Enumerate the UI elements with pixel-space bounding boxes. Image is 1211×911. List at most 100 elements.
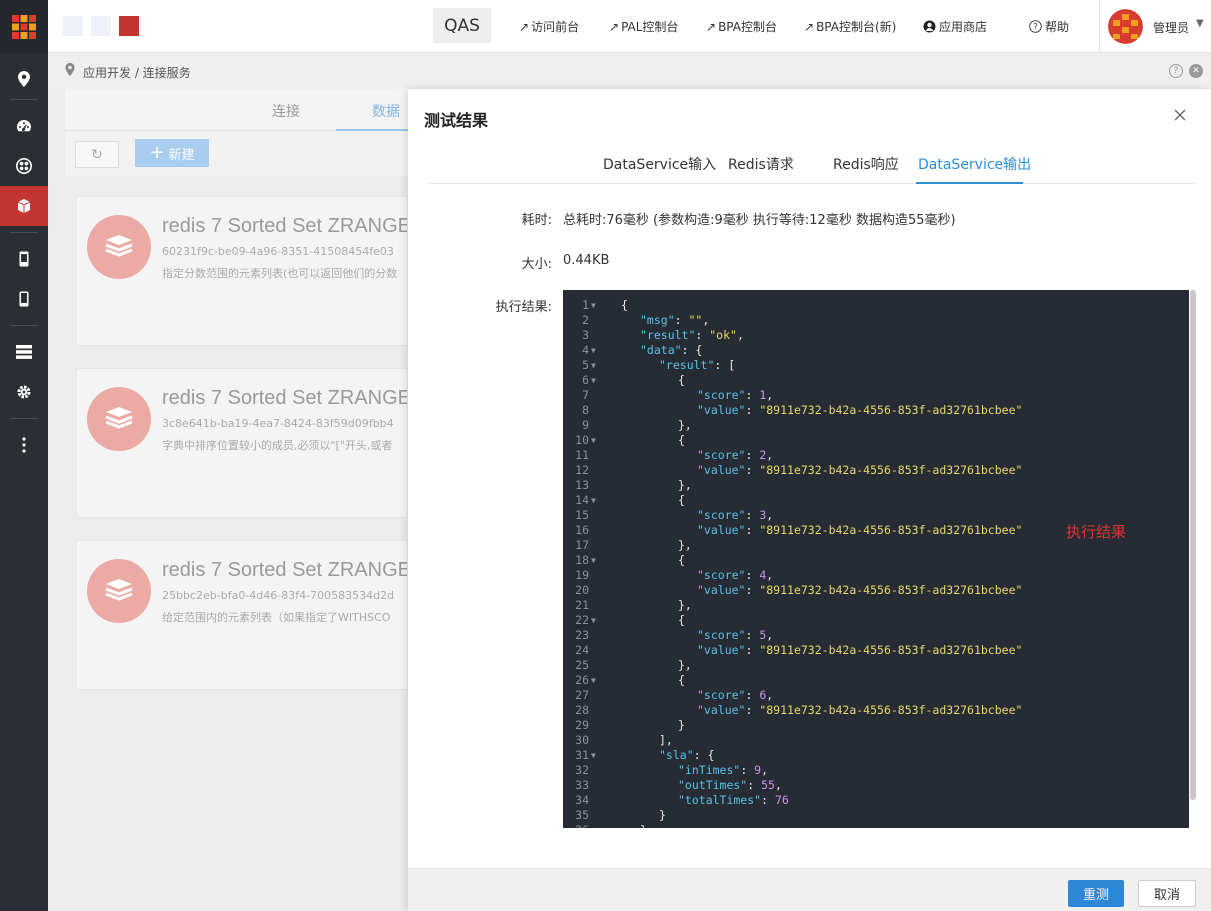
code-token: : { (693, 748, 715, 762)
service-card[interactable]: redis 7 Sorted Set ZRANGE 60231f9c-be09-… (76, 196, 408, 346)
link-app-store[interactable]: 应用商店 (923, 18, 987, 35)
service-id: 25bbc2eb-bfa0-4d46-83f4-700583534d2d (162, 589, 395, 602)
code-token: }, (678, 538, 692, 552)
code-text: "score": 3, (697, 508, 773, 523)
code-token: { (678, 613, 685, 627)
code-token: , (761, 763, 769, 777)
plus-icon: + (149, 142, 165, 163)
code-token: { (621, 298, 628, 312)
fold-arrow-icon[interactable]: ▼ (591, 358, 596, 373)
app-grid-logo-icon[interactable] (0, 0, 48, 53)
close-circle-icon[interactable]: ✕ (1189, 64, 1203, 78)
link-bpa-console-new[interactable]: ↗ BPA控制台(新) (804, 18, 896, 35)
tab-redis-response[interactable]: Redis响应 (833, 154, 899, 174)
chevron-down-icon[interactable]: ▼ (1196, 18, 1204, 29)
line-number: 24 (575, 643, 589, 657)
tab-redis-request[interactable]: Redis请求 (728, 154, 794, 174)
fold-arrow-icon[interactable]: ▼ (591, 553, 596, 568)
new-button[interactable]: + 新建 (135, 139, 209, 167)
refresh-button[interactable]: ↻ (75, 141, 119, 168)
retest-button[interactable]: 重测 (1068, 880, 1124, 907)
code-token: : { (681, 343, 703, 357)
external-link-icon: ↗ (804, 20, 815, 34)
cancel-button[interactable]: 取消 (1138, 880, 1196, 907)
code-text: "score": 5, (697, 628, 773, 643)
editor-scrollbar[interactable] (1189, 290, 1197, 828)
code-line: 8 "value": "8911e732-b42a-4556-853f-ad327… (563, 403, 1183, 418)
code-text: "totalTimes": 76 (678, 793, 789, 808)
tab-dataservice-input[interactable]: DataService输入 (603, 154, 716, 174)
toolbar-square-3[interactable] (119, 16, 139, 36)
editor-scroll-thumb[interactable] (1190, 290, 1196, 800)
code-line: 11 "score": 2, (563, 448, 1183, 463)
help-circle-icon[interactable]: ? (1169, 64, 1183, 78)
dashboard-gauge-icon[interactable] (0, 106, 48, 146)
fold-arrow-icon[interactable]: ▼ (591, 748, 596, 763)
environment-label[interactable]: QAS (433, 8, 491, 43)
result-label: 执行结果: (495, 300, 552, 315)
tab-data[interactable]: 数据 (372, 101, 400, 121)
location-icon[interactable] (0, 59, 48, 99)
more-vertical-icon[interactable] (0, 425, 48, 465)
code-token: "value" (697, 403, 746, 417)
fold-arrow-icon[interactable]: ▼ (591, 343, 596, 358)
dialog-footer: 重测 取消 (408, 868, 1211, 911)
fold-arrow-icon[interactable]: ▼ (591, 433, 596, 448)
line-number: 3 (582, 328, 589, 342)
fold-arrow-icon[interactable]: ▼ (591, 493, 596, 508)
close-icon[interactable] (1174, 105, 1186, 126)
line-number: 33 (575, 778, 589, 792)
user-avatar[interactable] (1108, 9, 1143, 44)
line-number: 2 (582, 313, 589, 327)
fold-arrow-icon[interactable]: ▼ (591, 673, 596, 688)
tab-dataservice-output[interactable]: DataService输出 (918, 154, 1031, 174)
settings-gear-icon[interactable] (0, 372, 48, 412)
service-card[interactable]: redis 7 Sorted Set ZRANGE 25bbc2eb-bfa0-… (76, 540, 408, 690)
dialog-title: 测试结果 (424, 111, 489, 130)
redis-stack-icon (87, 215, 151, 279)
cube-service-icon[interactable] (0, 186, 48, 226)
user-name[interactable]: 管理员 (1153, 19, 1189, 36)
code-text: "value": "8911e732-b42a-4556-853f-ad3276… (697, 523, 1022, 538)
tab-connection[interactable]: 连接 (272, 101, 300, 121)
code-token: , (702, 313, 710, 327)
phone-icon[interactable] (0, 279, 48, 319)
code-text: "result": [ (659, 358, 735, 373)
line-number: 13 (575, 478, 589, 492)
toolbar-square-2[interactable] (91, 16, 111, 36)
code-text: }, (678, 418, 692, 433)
code-text: "value": "8911e732-b42a-4556-853f-ad3276… (697, 463, 1022, 478)
toolbar-square-1[interactable] (63, 16, 83, 36)
size-label: 大小: (521, 257, 552, 272)
code-token: , (774, 778, 782, 792)
code-token: "value" (697, 703, 746, 717)
code-line: 2 "msg": "", (563, 313, 1183, 328)
code-line: 18 ▼ { (563, 553, 1183, 568)
code-token: "" (688, 313, 703, 327)
code-token: { (678, 553, 685, 567)
service-card[interactable]: redis 7 Sorted Set ZRANGE 3c8e641b-ba19-… (76, 368, 408, 518)
list-stack-icon[interactable] (0, 332, 48, 372)
link-visit-frontend[interactable]: ↗ 访问前台 (519, 18, 579, 35)
fold-arrow-icon[interactable]: ▼ (591, 298, 596, 313)
line-number: 14 (575, 493, 589, 507)
code-text: } (659, 808, 666, 823)
mobile-device-icon[interactable] (0, 239, 48, 279)
service-description: 指定分数范围的元素列表(也可以返回他们的分数 (162, 267, 398, 280)
rail-divider (10, 232, 38, 233)
link-help[interactable]: ? 帮助 (1029, 18, 1069, 35)
code-text: }, (678, 598, 692, 613)
refresh-icon: ↻ (91, 146, 103, 163)
apps-cluster-icon[interactable] (0, 146, 48, 186)
link-bpa-console[interactable]: ↗ BPA控制台 (706, 18, 777, 35)
fold-arrow-icon[interactable]: ▼ (591, 373, 596, 388)
link-pal-console[interactable]: ↗ PAL控制台 (609, 18, 678, 35)
code-token: : (745, 403, 760, 417)
fold-arrow-icon[interactable]: ▼ (591, 613, 596, 628)
code-text: "score": 2, (697, 448, 773, 463)
line-number: 15 (575, 508, 589, 522)
service-description: 给定范围内的元素列表（如果指定了WITHSCO (162, 611, 391, 624)
code-text: { (678, 493, 685, 508)
code-token: "msg" (640, 313, 675, 327)
code-editor[interactable]: 1 ▼{2 "msg": "", 3 "result": "ok", 4 ▼ "data": … (563, 290, 1197, 828)
